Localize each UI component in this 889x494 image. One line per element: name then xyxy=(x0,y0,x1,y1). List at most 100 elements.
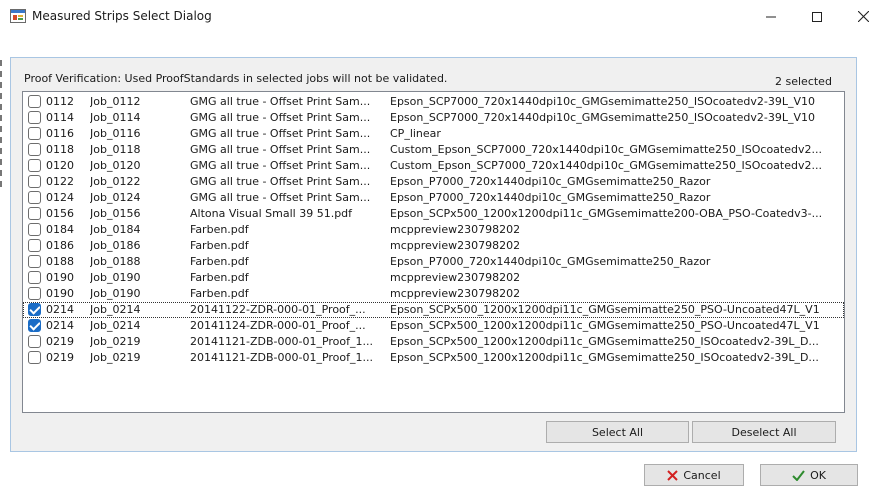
job-name: Job_0219 xyxy=(90,335,141,348)
file-name: 20141121-ZDB-000-01_Proof_1... xyxy=(190,335,373,348)
row-checkbox[interactable] xyxy=(28,223,41,236)
job-name: Job_0184 xyxy=(90,223,141,236)
row-checkbox[interactable] xyxy=(28,271,41,284)
row-checkbox[interactable] xyxy=(28,335,41,348)
table-row[interactable]: 0214 Job_0214 20141124-ZDR-000-01_Proof_..… xyxy=(23,318,844,334)
row-checkbox[interactable] xyxy=(28,207,41,220)
minimize-icon xyxy=(766,16,776,17)
profile-name: Epson_P7000_720x1440dpi10c_GMGsemimatte2… xyxy=(390,191,711,204)
table-row[interactable]: 0118 Job_0118 GMG all true - Offset Print … xyxy=(23,142,844,158)
row-number: 0190 xyxy=(46,271,74,284)
job-name: Job_0190 xyxy=(90,271,141,284)
file-name: GMG all true - Offset Print Sam... xyxy=(190,111,371,124)
file-name: 20141121-ZDB-000-01_Proof_1... xyxy=(190,351,373,364)
row-checkbox[interactable] xyxy=(28,303,41,316)
job-name: Job_0214 xyxy=(90,319,141,332)
file-name: 20141122-ZDR-000-01_Proof_... xyxy=(190,303,366,316)
table-row[interactable]: 0219 Job_0219 20141121-ZDB-000-01_Proof_1.… xyxy=(23,334,844,350)
row-number: 0184 xyxy=(46,223,74,236)
file-name: Altona Visual Small 39 51.pdf xyxy=(190,207,353,220)
row-checkbox[interactable] xyxy=(28,239,41,252)
row-checkbox[interactable] xyxy=(28,95,41,108)
table-row[interactable]: 0116 Job_0116 GMG all true - Offset Print … xyxy=(23,126,844,142)
row-checkbox[interactable] xyxy=(28,127,41,140)
close-icon xyxy=(857,11,869,22)
row-checkbox[interactable] xyxy=(28,351,41,364)
cancel-x-icon xyxy=(667,469,679,481)
job-name: Job_0124 xyxy=(90,191,141,204)
table-row[interactable]: 0186 Job_0186 Farben.pdf mcppreview23079820… xyxy=(23,238,844,254)
table-row[interactable]: 0214 Job_0214 20141122-ZDR-000-01_Proof_..… xyxy=(23,302,844,318)
row-number: 0214 xyxy=(46,303,74,316)
table-row[interactable]: 0190 Job_0190 Farben.pdf mcppreview23079820… xyxy=(23,286,844,302)
row-number: 0188 xyxy=(46,255,74,268)
profile-name: Custom_Epson_SCP7000_720x1440dpi10c_GMGs… xyxy=(390,143,822,156)
job-name: Job_0156 xyxy=(90,207,141,220)
cancel-button[interactable]: Cancel xyxy=(644,464,744,486)
profile-name: Epson_SCPx500_1200x1200dpi11c_GMGsemimat… xyxy=(390,303,820,316)
row-checkbox[interactable] xyxy=(28,255,41,268)
job-name: Job_0219 xyxy=(90,351,141,364)
cancel-label: Cancel xyxy=(683,468,721,482)
profile-name: mcppreview230798202 xyxy=(390,271,521,284)
row-checkbox[interactable] xyxy=(28,159,41,172)
row-checkbox[interactable] xyxy=(28,111,41,124)
file-name: Farben.pdf xyxy=(190,239,249,252)
file-name: GMG all true - Offset Print Sam... xyxy=(190,143,371,156)
profile-name: Epson_SCP7000_720x1440dpi10c_GMGsemimatt… xyxy=(390,111,815,124)
file-name: 20141124-ZDR-000-01_Proof_... xyxy=(190,319,366,332)
selected-count: 2 selected xyxy=(775,75,832,88)
table-row[interactable]: 0114 Job_0114 GMG all true - Offset Print … xyxy=(23,110,844,126)
table-row[interactable]: 0188 Job_0188 Farben.pdf Epson_P7000_720x14… xyxy=(23,254,844,270)
table-row[interactable]: 0112 Job_0112 GMG all true - Offset Print … xyxy=(23,94,844,110)
job-name: Job_0186 xyxy=(90,239,141,252)
profile-name: Epson_SCP7000_720x1440dpi10c_GMGsemimatt… xyxy=(390,95,815,108)
job-name: Job_0190 xyxy=(90,287,141,300)
file-name: GMG all true - Offset Print Sam... xyxy=(190,127,371,140)
profile-name: mcppreview230798202 xyxy=(390,239,521,252)
window-title: Measured Strips Select Dialog xyxy=(32,9,212,23)
job-name: Job_0114 xyxy=(90,111,141,124)
row-checkbox[interactable] xyxy=(28,191,41,204)
row-checkbox[interactable] xyxy=(28,175,41,188)
job-name: Job_0122 xyxy=(90,175,141,188)
title-bar: Measured Strips Select Dialog xyxy=(0,0,889,33)
file-name: Farben.pdf xyxy=(190,223,249,236)
close-button[interactable] xyxy=(840,0,886,33)
row-number: 0114 xyxy=(46,111,74,124)
file-name: GMG all true - Offset Print Sam... xyxy=(190,95,371,108)
left-edge-marks xyxy=(0,60,3,192)
file-name: Farben.pdf xyxy=(190,271,249,284)
row-number: 0190 xyxy=(46,287,74,300)
file-name: GMG all true - Offset Print Sam... xyxy=(190,175,371,188)
app-window-icon xyxy=(10,9,26,23)
row-number: 0112 xyxy=(46,95,74,108)
row-number: 0219 xyxy=(46,335,74,348)
row-number: 0116 xyxy=(46,127,74,140)
row-number: 0118 xyxy=(46,143,74,156)
measured-strips-list[interactable]: 0112 Job_0112 GMG all true - Offset Print … xyxy=(22,91,845,413)
ok-button[interactable]: OK xyxy=(760,464,858,486)
table-row[interactable]: 0156 Job_0156 Altona Visual Small 39 51.pd… xyxy=(23,206,844,222)
table-row[interactable]: 0124 Job_0124 GMG all true - Offset Print … xyxy=(23,190,844,206)
row-checkbox[interactable] xyxy=(28,287,41,300)
row-checkbox[interactable] xyxy=(28,319,41,332)
minimize-button[interactable] xyxy=(748,0,794,33)
proof-verification-info: Proof Verification: Used ProofStandards … xyxy=(24,72,448,85)
deselect-all-button[interactable]: Deselect All xyxy=(692,421,836,443)
profile-name: Epson_SCPx500_1200x1200dpi11c_GMGsemimat… xyxy=(390,207,823,220)
checkmark-icon xyxy=(792,469,805,481)
table-row[interactable]: 0184 Job_0184 Farben.pdf mcppreview23079820… xyxy=(23,222,844,238)
maximize-button[interactable] xyxy=(794,0,840,33)
row-number: 0219 xyxy=(46,351,74,364)
job-name: Job_0116 xyxy=(90,127,141,140)
table-row[interactable]: 0122 Job_0122 GMG all true - Offset Print … xyxy=(23,174,844,190)
select-all-button[interactable]: Select All xyxy=(546,421,689,443)
row-checkbox[interactable] xyxy=(28,143,41,156)
table-row[interactable]: 0219 Job_0219 20141121-ZDB-000-01_Proof_1.… xyxy=(23,350,844,366)
row-number: 0186 xyxy=(46,239,74,252)
table-row[interactable]: 0120 Job_0120 GMG all true - Offset Print … xyxy=(23,158,844,174)
maximize-icon xyxy=(812,11,822,22)
table-row[interactable]: 0190 Job_0190 Farben.pdf mcppreview23079820… xyxy=(23,270,844,286)
file-name: GMG all true - Offset Print Sam... xyxy=(190,159,371,172)
